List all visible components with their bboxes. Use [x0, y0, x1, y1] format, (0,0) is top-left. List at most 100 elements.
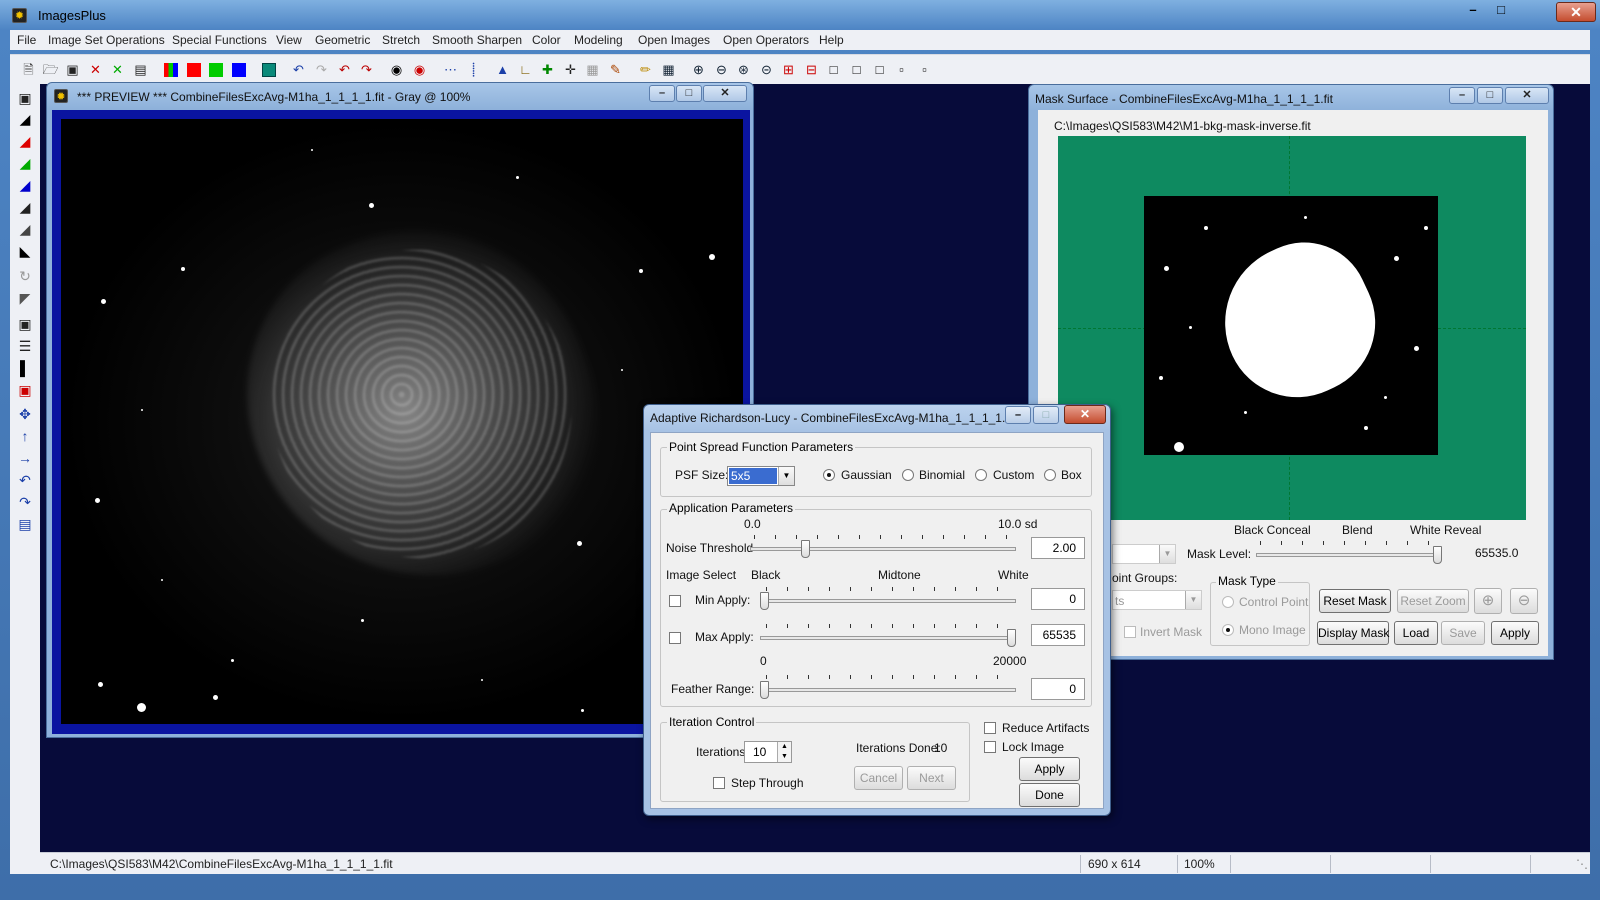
menu-image-set-operations[interactable]: Image Set Operations — [48, 33, 165, 47]
resize-grip-icon[interactable]: ⋱ — [1576, 857, 1588, 871]
binomial-radio[interactable] — [902, 469, 914, 481]
zoom-out-icon[interactable]: ⊖ — [712, 60, 731, 79]
window-4-icon[interactable]: ▫ — [892, 60, 911, 79]
min-apply-slider-thumb[interactable] — [760, 592, 769, 610]
red-layer-icon[interactable]: ◢ — [15, 131, 35, 151]
feather-range-field[interactable]: 0 — [1031, 678, 1085, 700]
layer-copy-icon[interactable]: ◢ — [15, 219, 35, 239]
lines-icon[interactable]: ☰ — [15, 336, 35, 356]
rgb-channels-icon[interactable] — [161, 60, 180, 79]
app-minimize-button[interactable]: – — [1460, 2, 1486, 20]
table-icon[interactable]: ▦ — [659, 60, 678, 79]
reset-mask-button[interactable]: Reset Mask — [1319, 589, 1391, 613]
mask-image[interactable] — [1144, 196, 1438, 455]
open-folder-icon[interactable]: 🗁 — [41, 60, 60, 79]
zoom-out-icon[interactable]: ⊖ — [1510, 588, 1538, 614]
histogram-icon[interactable]: ▲ — [493, 60, 512, 79]
window-5-icon[interactable]: ▫ — [915, 60, 934, 79]
menu-file[interactable]: File — [17, 33, 36, 47]
feather-slider-track[interactable] — [760, 688, 1016, 692]
zoom-in-icon[interactable]: ⊕ — [1474, 588, 1502, 614]
max-apply-field[interactable]: 65535 — [1031, 624, 1085, 646]
undo-all-icon[interactable]: ↶ — [335, 60, 354, 79]
layer-stack-icon[interactable]: ◢ — [15, 197, 35, 217]
min-apply-slider-track[interactable] — [760, 599, 1016, 603]
max-apply-slider-track[interactable] — [760, 636, 1016, 640]
print-icon[interactable]: ▤ — [131, 60, 150, 79]
psf-size-dropdown[interactable]: 5x5 ▼ — [727, 466, 795, 486]
feather-slider-thumb[interactable] — [760, 681, 769, 699]
cancel-button[interactable]: Cancel — [854, 766, 903, 790]
menu-special-functions[interactable]: Special Functions — [172, 33, 267, 47]
close-all-icon[interactable]: ✕ — [108, 60, 127, 79]
undo-icon[interactable]: ↶ — [289, 60, 308, 79]
circle-select-icon[interactable]: ◉ — [387, 60, 406, 79]
preview-close-button[interactable]: ✕ — [703, 85, 747, 102]
move-icon[interactable]: ✥ — [15, 404, 35, 424]
close-x-icon[interactable]: ✕ — [86, 60, 105, 79]
mask-level-slider-thumb[interactable] — [1433, 546, 1442, 564]
red-frame-icon[interactable]: ▣ — [15, 380, 35, 400]
dialog-maximize-button[interactable]: □ — [1033, 406, 1059, 424]
edit-icon[interactable]: ✎ — [606, 60, 625, 79]
save-button[interactable]: Save — [1441, 621, 1485, 645]
invert-mask-checkbox[interactable] — [1124, 626, 1136, 638]
zoom-reset-icon[interactable]: ⊝ — [757, 60, 776, 79]
window-icon[interactable]: □ — [824, 60, 843, 79]
next-button[interactable]: Next — [907, 766, 956, 790]
slash-icon[interactable]: ◤ — [15, 288, 35, 308]
preview-maximize-button[interactable]: □ — [676, 85, 702, 102]
green-layer-icon[interactable]: ◢ — [15, 153, 35, 173]
zoom-in-icon[interactable]: ⊕ — [689, 60, 708, 79]
nebula-image[interactable] — [61, 119, 743, 724]
redo-icon[interactable]: ↷ — [312, 60, 331, 79]
reset-zoom-button[interactable]: Reset Zoom — [1397, 589, 1469, 613]
mask-close-button[interactable]: ✕ — [1505, 87, 1549, 104]
noise-slider-track[interactable] — [750, 547, 1016, 551]
red-channel-icon[interactable] — [184, 60, 203, 79]
gaussian-radio[interactable] — [823, 469, 835, 481]
menu-view[interactable]: View — [276, 33, 302, 47]
app-titlebar[interactable]: ✹ ImagesPlus – □ ✕ — [0, 0, 1600, 30]
app-close-button[interactable]: ✕ — [1556, 2, 1596, 22]
menu-open-operators[interactable]: Open Operators — [723, 33, 809, 47]
window-2-icon[interactable]: □ — [847, 60, 866, 79]
mask-apply-button[interactable]: Apply — [1491, 621, 1539, 645]
rotate-left-icon[interactable]: ↶ — [15, 470, 35, 490]
window-3-icon[interactable]: □ — [870, 60, 889, 79]
frame-icon[interactable]: ▣ — [15, 314, 35, 334]
red-dot-icon[interactable]: ◉ — [410, 60, 429, 79]
reduce-artifacts-checkbox[interactable] — [984, 722, 996, 734]
custom-radio[interactable] — [975, 469, 987, 481]
control-point-radio[interactable] — [1222, 596, 1234, 608]
layer-invert-icon[interactable]: ◣ — [15, 241, 35, 261]
black-bar-icon[interactable]: ▌ — [15, 358, 35, 378]
dialog-close-button[interactable]: ✕ — [1064, 405, 1106, 424]
lock-image-checkbox[interactable] — [984, 741, 996, 753]
noise-threshold-field[interactable]: 2.00 — [1031, 537, 1085, 559]
remove-frame-icon[interactable]: ⊟ — [802, 60, 821, 79]
redo-all-icon[interactable]: ↷ — [357, 60, 376, 79]
gradient-icon[interactable]: ↻ — [15, 266, 35, 286]
mask-maximize-button[interactable]: □ — [1477, 87, 1503, 104]
dotted-line-icon[interactable]: ⋯ — [441, 60, 460, 79]
save-icon[interactable]: ▣ — [15, 88, 35, 108]
layer-icon[interactable]: ◢ — [15, 109, 35, 129]
point-icon[interactable]: ⸽ — [464, 60, 483, 79]
green-channel-icon[interactable] — [206, 60, 225, 79]
blue-channel-icon[interactable] — [229, 60, 248, 79]
document-icon[interactable]: ▤ — [15, 514, 35, 534]
grid-icon[interactable]: ▦ — [583, 60, 602, 79]
menu-smooth-sharpen[interactable]: Smooth Sharpen — [432, 33, 522, 47]
display-icon[interactable] — [259, 60, 278, 79]
box-radio[interactable] — [1044, 469, 1056, 481]
iterations-spin-arrows[interactable]: ▲ ▼ — [777, 742, 791, 762]
blue-layer-icon[interactable]: ◢ — [15, 175, 35, 195]
plus-icon[interactable]: ✚ — [538, 60, 557, 79]
mask-level-slider-track[interactable] — [1256, 553, 1442, 557]
min-apply-checkbox[interactable] — [669, 595, 681, 607]
menu-open-images[interactable]: Open Images — [638, 33, 710, 47]
pencil-icon[interactable]: ✏ — [636, 60, 655, 79]
menu-stretch[interactable]: Stretch — [382, 33, 420, 47]
max-apply-checkbox[interactable] — [669, 632, 681, 644]
